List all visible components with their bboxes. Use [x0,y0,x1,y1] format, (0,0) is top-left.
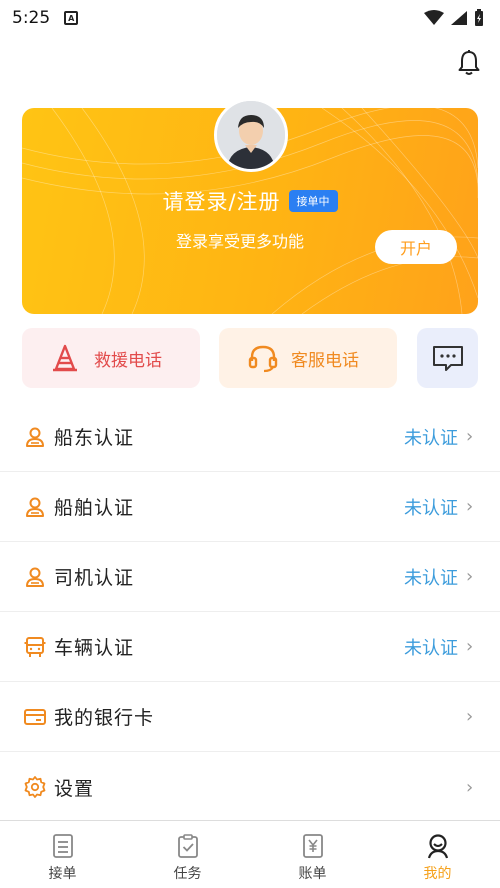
status-time: 5:25 [12,8,51,28]
tab-mine[interactable]: 我的 [375,821,500,888]
message-button[interactable] [417,328,478,388]
person-icon [427,834,448,859]
cert-status: 未认证 [404,567,458,589]
chevron-right-icon: › [466,706,474,727]
headset-icon [248,345,278,373]
tab-tasks[interactable]: 任务 [125,821,250,888]
tab-label: 我的 [423,866,452,882]
truck-icon [22,634,48,660]
menu-item-label: 我的银行卡 [54,707,155,729]
cert-status: 未认证 [404,427,458,449]
menu-item-shipowner-cert[interactable]: 船东认证 未认证 › [0,402,500,472]
user-badge-icon [22,494,48,520]
tab-orders[interactable]: 接单 [0,821,125,888]
menu-item-settings[interactable]: 设置 › [0,752,500,822]
wifi-icon [424,10,444,25]
chevron-right-icon: › [466,496,474,517]
warning-cone-icon [53,344,77,372]
gear-icon [22,774,48,800]
chevron-right-icon: › [466,776,474,798]
menu-item-label: 设置 [54,777,95,800]
avatar[interactable] [214,98,288,172]
document-icon [52,834,73,858]
rescue-phone-button[interactable]: 救援电话 [22,328,200,388]
login-register-link[interactable]: 请登录/注册 [162,186,280,216]
cert-status: 未认证 [404,637,458,659]
chat-bubble-icon [432,346,463,371]
service-label: 客服电话 [291,350,359,371]
rescue-label: 救援电话 [94,350,162,371]
card-icon [22,704,48,730]
notification-icon: A [64,11,79,25]
menu-item-label: 船东认证 [54,427,135,449]
settings-menu: 船东认证 未认证 › 船舶认证 未认证 › 司机认证 未认证 › 车辆认证 未认… [0,402,500,822]
open-account-button[interactable]: 开户 [375,230,457,264]
menu-item-vehicle-cert[interactable]: 车辆认证 未认证 › [0,612,500,682]
menu-item-label: 车辆认证 [54,637,135,659]
user-badge-icon [22,564,48,590]
tab-label: 账单 [298,866,327,882]
customer-service-button[interactable]: 客服电话 [219,328,397,388]
menu-item-bank-card[interactable]: 我的银行卡 › [0,682,500,752]
bottom-tab-bar: 接单 任务 账单 我的 [0,820,500,888]
menu-item-label: 司机认证 [54,567,135,589]
user-badge-icon [22,424,48,450]
tab-label: 任务 [173,866,202,882]
signal-icon [451,11,467,25]
status-badge: 接单中 [288,190,338,212]
status-icons [424,9,484,27]
chevron-right-icon: › [466,566,474,587]
tab-bills[interactable]: 账单 [250,821,375,888]
avatar-person-icon [217,101,285,169]
chevron-right-icon: › [466,636,474,657]
login-title-row[interactable]: 请登录/注册 接单中 [0,186,500,216]
tab-label: 接单 [48,866,77,882]
clipboard-check-icon [177,834,198,858]
card-subtitle: 登录享受更多功能 [176,232,305,251]
status-bar: 5:25 A [0,0,500,36]
battery-icon [475,9,483,26]
yen-bill-icon [302,834,323,858]
cert-status: 未认证 [404,497,458,519]
chevron-right-icon: › [466,426,474,447]
menu-item-driver-cert[interactable]: 司机认证 未认证 › [0,542,500,612]
menu-item-ship-cert[interactable]: 船舶认证 未认证 › [0,472,500,542]
menu-item-label: 船舶认证 [54,497,135,519]
bell-icon[interactable] [454,48,484,78]
